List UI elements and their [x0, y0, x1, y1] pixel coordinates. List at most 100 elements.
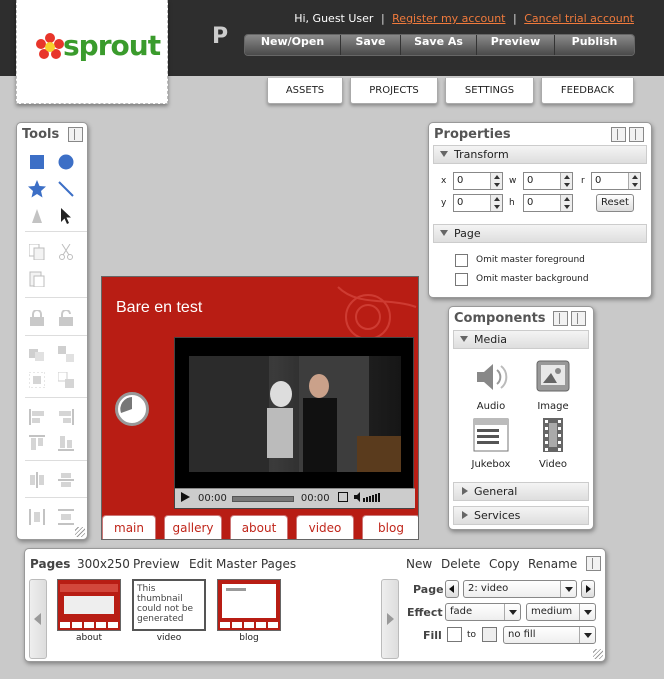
page-select[interactable]: 2: video — [463, 580, 577, 598]
align-bottom-icon[interactable] — [57, 434, 75, 452]
preview-link[interactable]: Preview — [133, 557, 180, 571]
stage-canvas[interactable]: Bare en test 00:00 00:00 main gallery ab… — [101, 276, 419, 540]
canvas-nav: main gallery about video blog — [102, 513, 418, 539]
play-icon[interactable] — [181, 492, 190, 505]
r-field[interactable]: 0 — [591, 172, 641, 190]
scroll-right-button[interactable] — [381, 579, 399, 659]
canvas-nav-video[interactable]: video — [296, 515, 354, 539]
prev-page-button[interactable] — [445, 580, 459, 598]
group-icon[interactable] — [28, 371, 46, 389]
next-page-button[interactable] — [581, 580, 595, 598]
omit-background-checkbox[interactable] — [455, 273, 468, 286]
collapse-icon[interactable] — [571, 311, 586, 326]
distribute-v-icon[interactable] — [57, 508, 75, 526]
align-left-icon[interactable] — [28, 408, 46, 426]
canvas-nav-blog[interactable]: blog — [362, 515, 418, 539]
page-section[interactable]: Page — [433, 224, 647, 243]
save-button[interactable]: Save — [341, 35, 401, 55]
preloader-pie-icon — [115, 392, 149, 426]
text-tool-icon[interactable] — [28, 207, 46, 225]
chevron-left-icon — [449, 585, 454, 593]
x-value: 0 — [457, 175, 464, 186]
tab-settings[interactable]: SETTINGS — [445, 78, 534, 104]
transform-section[interactable]: Transform — [433, 145, 647, 164]
page-size: 300x250 — [77, 557, 130, 571]
tab-projects[interactable]: PROJECTS — [350, 78, 438, 104]
component-video[interactable]: Video — [529, 417, 577, 470]
omit-foreground-label: Omit master foreground — [476, 255, 585, 265]
ungroup-icon[interactable] — [57, 371, 75, 389]
x-field[interactable]: 0 — [453, 172, 503, 190]
distribute-h-icon[interactable] — [28, 508, 46, 526]
media-section[interactable]: Media — [453, 330, 589, 349]
canvas-nav-gallery[interactable]: gallery — [164, 515, 222, 539]
y-field[interactable]: 0 — [453, 194, 503, 212]
resize-grip-icon[interactable] — [75, 527, 85, 537]
general-section[interactable]: General — [453, 482, 589, 501]
fullscreen-icon[interactable] — [336, 491, 349, 505]
new-page-link[interactable]: New — [406, 557, 432, 571]
resize-grip-icon[interactable] — [593, 649, 603, 659]
unlock-icon[interactable] — [57, 309, 75, 327]
delete-page-link[interactable]: Delete — [441, 557, 480, 571]
page-thumb-about[interactable] — [57, 579, 121, 631]
publish-button[interactable]: Publish — [555, 35, 634, 55]
edit-master-pages-link[interactable]: Edit Master Pages — [189, 557, 296, 571]
distribute-v-icon[interactable] — [57, 471, 75, 489]
volume-icon[interactable] — [353, 492, 386, 505]
group-icon[interactable] — [28, 345, 46, 363]
fill-color-end-swatch[interactable] — [482, 627, 497, 642]
cancel-trial-link[interactable]: Cancel trial account — [524, 12, 634, 25]
video-seek-bar[interactable] — [231, 495, 294, 502]
ellipse-tool-icon[interactable] — [57, 153, 75, 171]
dock-icon[interactable] — [68, 127, 83, 142]
video-label: Video — [538, 459, 568, 470]
register-link[interactable]: Register my account — [392, 12, 505, 25]
dock-icon[interactable] — [611, 127, 626, 142]
star-tool-icon[interactable] — [28, 180, 46, 198]
scroll-left-button[interactable] — [29, 579, 47, 659]
dock-icon[interactable] — [553, 311, 568, 326]
align-top-icon[interactable] — [28, 434, 46, 452]
effect-select[interactable]: fade — [445, 603, 521, 621]
fill-color-start-swatch[interactable] — [447, 627, 462, 642]
cut-icon[interactable] — [57, 243, 75, 261]
video-player[interactable]: 00:00 00:00 — [174, 337, 415, 509]
line-tool-icon[interactable] — [57, 180, 75, 198]
save-as-button[interactable]: Save As — [401, 35, 477, 55]
page-thumb-blog[interactable] — [217, 579, 281, 631]
fill-select[interactable]: no fill — [503, 626, 596, 644]
align-right-icon[interactable] — [57, 408, 75, 426]
rectangle-tool-icon[interactable] — [28, 153, 46, 171]
canvas-nav-about[interactable]: about — [230, 515, 288, 539]
preview-button[interactable]: Preview — [477, 35, 555, 55]
page-label: Page — [413, 583, 444, 596]
component-audio[interactable]: Audio — [467, 359, 515, 412]
video-time-current: 00:00 — [198, 493, 227, 504]
ungroup-icon[interactable] — [57, 345, 75, 363]
component-jukebox[interactable]: Jukebox — [467, 417, 515, 470]
copy-page-link[interactable]: Copy — [489, 557, 519, 571]
copy-icon[interactable] — [28, 243, 46, 261]
distribute-h-icon[interactable] — [28, 471, 46, 489]
h-field[interactable]: 0 — [523, 194, 573, 212]
rename-page-link[interactable]: Rename — [528, 557, 577, 571]
services-section[interactable]: Services — [453, 506, 589, 525]
component-image[interactable]: Image — [529, 359, 577, 412]
speed-select[interactable]: medium — [526, 603, 596, 621]
dock-icon[interactable] — [586, 556, 601, 571]
new-open-button[interactable]: New/Open — [245, 35, 341, 55]
tab-feedback[interactable]: FEEDBACK — [541, 78, 634, 104]
reset-button[interactable]: Reset — [596, 194, 634, 212]
collapse-icon[interactable] — [629, 127, 644, 142]
paste-icon[interactable] — [28, 270, 46, 288]
omit-foreground-checkbox[interactable] — [455, 254, 468, 267]
r-value: 0 — [595, 175, 602, 186]
canvas-nav-main[interactable]: main — [102, 515, 156, 539]
w-field[interactable]: 0 — [523, 172, 573, 190]
page-thumb-video[interactable]: This thumbnail could not be generated — [132, 579, 206, 631]
lock-icon[interactable] — [28, 309, 46, 327]
select-arrow-icon[interactable] — [57, 207, 75, 225]
effect-label: Effect — [407, 606, 443, 619]
tab-assets[interactable]: ASSETS — [267, 78, 343, 104]
